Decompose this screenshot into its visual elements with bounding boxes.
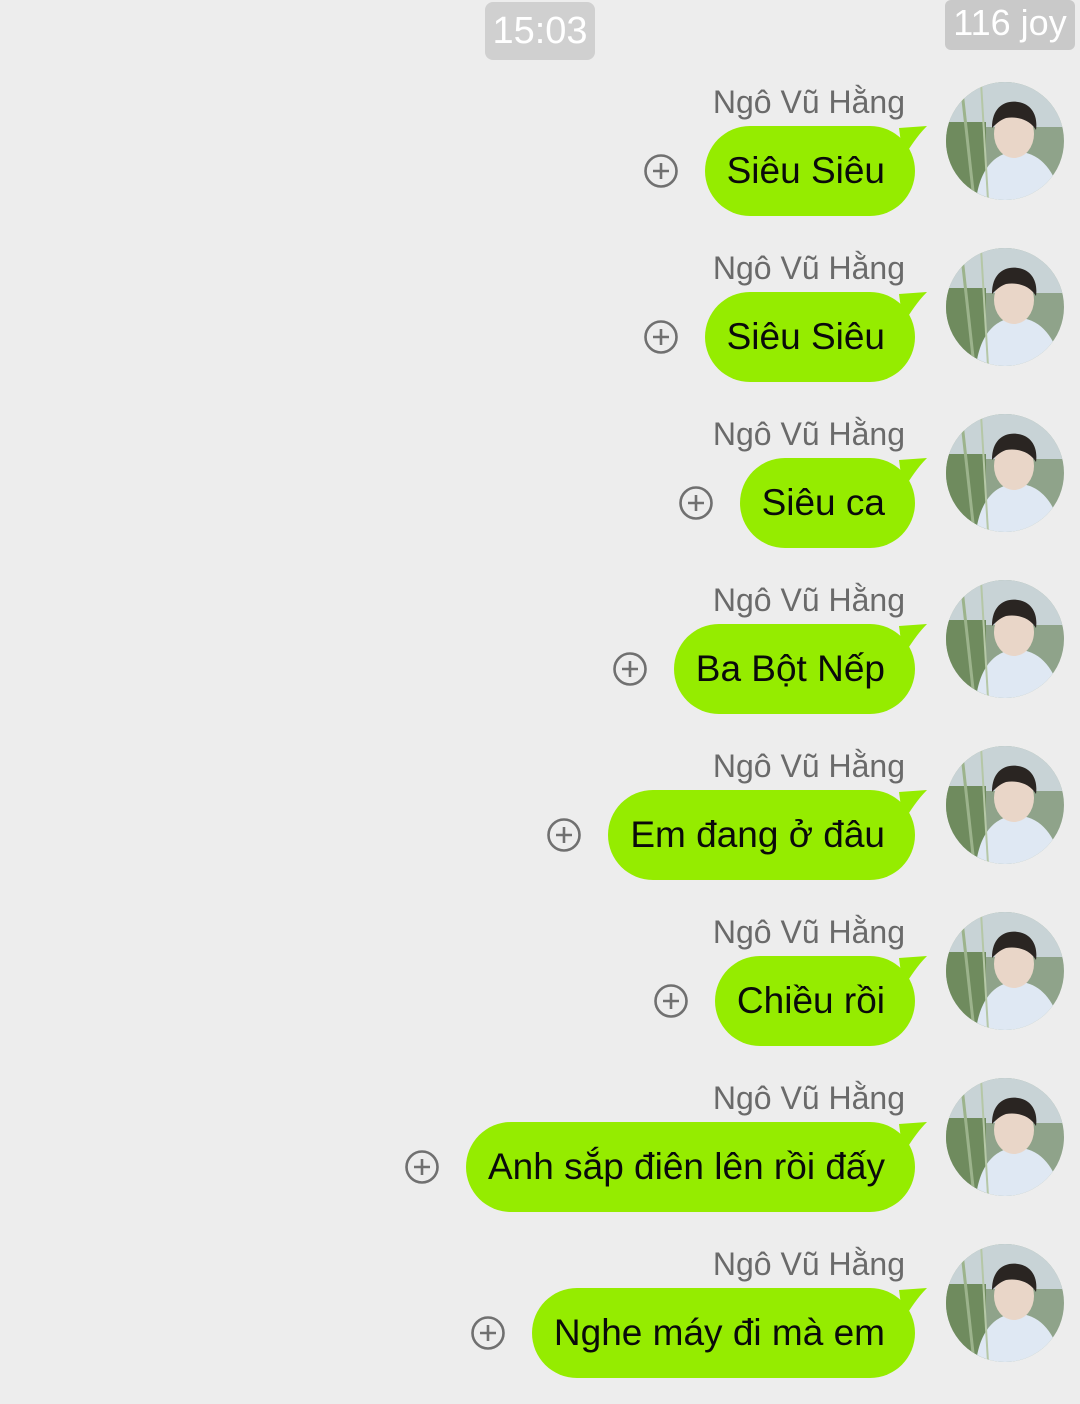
- bubble-tail-icon: [899, 790, 927, 822]
- message-item: Ngô Vũ Hằng Nghe máy đi mà em: [0, 1244, 1080, 1404]
- avatar[interactable]: [946, 82, 1064, 200]
- message-bubble[interactable]: Siêu Siêu: [704, 126, 927, 216]
- avatar[interactable]: [946, 1078, 1064, 1196]
- message-item: Ngô Vũ Hằng Siêu Siêu: [0, 248, 1080, 408]
- message-text: Ba Bột Nếp: [695, 648, 885, 689]
- message-bubble[interactable]: Nghe máy đi mà em: [531, 1288, 927, 1378]
- add-reaction-icon[interactable]: [470, 1315, 506, 1351]
- message-text: Siêu ca: [761, 482, 885, 523]
- message-row: Anh sắp điên lên rồi đấy: [404, 1122, 927, 1212]
- add-reaction-icon[interactable]: [546, 817, 582, 853]
- message-row: Nghe máy đi mà em: [470, 1288, 927, 1378]
- message-row: Siêu Siêu: [643, 126, 927, 216]
- avatar[interactable]: [946, 580, 1064, 698]
- message-bubble[interactable]: Siêu Siêu: [704, 292, 927, 382]
- sender-name: Ngô Vũ Hằng: [712, 914, 905, 950]
- sender-name: Ngô Vũ Hằng: [712, 582, 905, 618]
- add-reaction-icon[interactable]: [653, 983, 689, 1019]
- message-bubble[interactable]: Anh sắp điên lên rồi đấy: [466, 1122, 927, 1212]
- message-bubble[interactable]: Em đang ở đâu: [608, 790, 927, 880]
- bubble-tail-icon: [899, 1288, 927, 1320]
- message-bubble[interactable]: Ba Bột Nếp: [673, 624, 927, 714]
- bubble-tail-icon: [899, 956, 927, 988]
- message-row: Chiều rồi: [653, 956, 927, 1046]
- bubble-tail-icon: [899, 458, 927, 490]
- message-row: Siêu Siêu: [643, 292, 927, 382]
- message-row: Ba Bột Nếp: [612, 624, 927, 714]
- bubble-tail-icon: [899, 292, 927, 324]
- message-item: Ngô Vũ Hằng Siêu ca: [0, 414, 1080, 574]
- message-row: Siêu ca: [678, 458, 927, 548]
- avatar[interactable]: [946, 414, 1064, 532]
- sender-name: Ngô Vũ Hằng: [712, 250, 905, 286]
- bubble-tail-icon: [899, 624, 927, 656]
- message-item: Ngô Vũ Hằng Ba Bột Nếp: [0, 580, 1080, 740]
- message-text: Siêu Siêu: [726, 150, 885, 191]
- message-item: Ngô Vũ Hằng Anh sắp điên lên rồi đấy: [0, 1078, 1080, 1238]
- avatar[interactable]: [946, 912, 1064, 1030]
- avatar[interactable]: [946, 1244, 1064, 1362]
- sender-name: Ngô Vũ Hằng: [712, 416, 905, 452]
- message-bubble[interactable]: Siêu ca: [739, 458, 927, 548]
- message-text: Chiều rồi: [736, 980, 885, 1021]
- timestamp-text: 15:03: [492, 10, 588, 52]
- message-row: Em đang ở đâu: [546, 790, 927, 880]
- message-text: Anh sắp điên lên rồi đấy: [488, 1146, 885, 1187]
- add-reaction-icon[interactable]: [678, 485, 714, 521]
- message-item: Ngô Vũ Hằng Siêu Siêu: [0, 82, 1080, 242]
- bubble-tail-icon: [899, 126, 927, 158]
- message-text: Em đang ở đâu: [630, 814, 885, 855]
- sender-name: Ngô Vũ Hằng: [712, 1080, 905, 1116]
- sender-name: Ngô Vũ Hằng: [712, 748, 905, 784]
- message-item: Ngô Vũ Hằng Em đang ở đâu: [0, 746, 1080, 906]
- sender-name: Ngô Vũ Hằng: [712, 84, 905, 120]
- add-reaction-icon[interactable]: [404, 1149, 440, 1185]
- avatar[interactable]: [946, 248, 1064, 366]
- timestamp-pill: 15:03: [485, 2, 595, 60]
- bubble-tail-icon: [899, 1122, 927, 1154]
- message-text: Nghe máy đi mà em: [553, 1312, 885, 1353]
- avatar[interactable]: [946, 746, 1064, 864]
- add-reaction-icon[interactable]: [612, 651, 648, 687]
- watermark-text: 116 joy: [953, 2, 1067, 43]
- watermark-badge: 116 joy: [945, 0, 1075, 50]
- add-reaction-icon[interactable]: [643, 153, 679, 189]
- message-bubble[interactable]: Chiều rồi: [714, 956, 927, 1046]
- message-text: Siêu Siêu: [726, 316, 885, 357]
- add-reaction-icon[interactable]: [643, 319, 679, 355]
- sender-name: Ngô Vũ Hằng: [712, 1246, 905, 1282]
- message-item: Ngô Vũ Hằng Chiều rồi: [0, 912, 1080, 1072]
